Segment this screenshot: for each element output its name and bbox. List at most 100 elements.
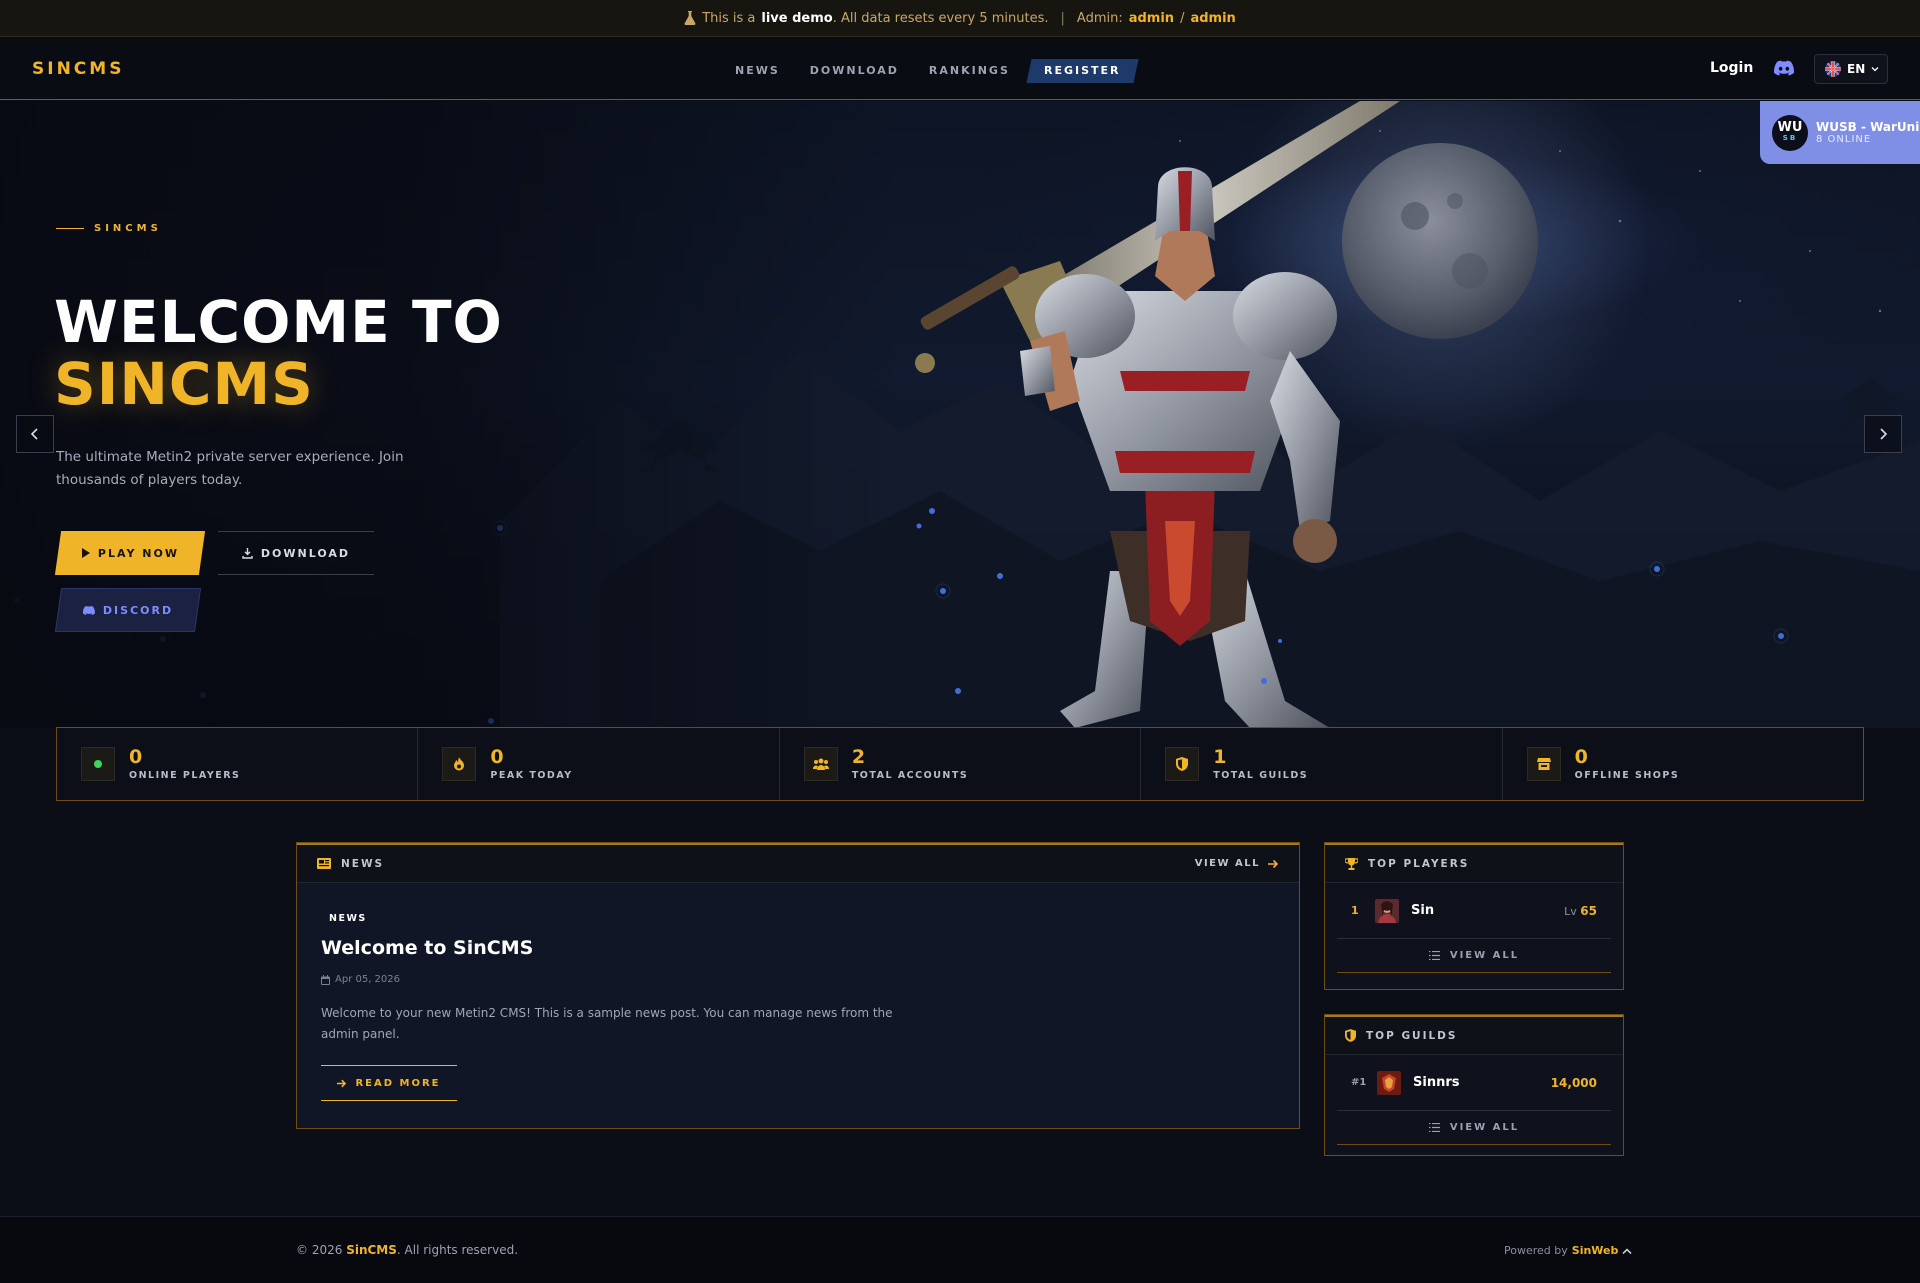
news-post-date: Apr 05, 2026 [321,974,400,985]
chevron-left-icon [30,428,38,440]
brand-logo[interactable]: SINCMS [32,59,124,79]
stat-value: 0 [490,746,504,768]
top-guilds-panel: TOP GUILDS #1 Sinnrs 14,000 VIEW ALL [1324,1014,1624,1156]
nav-rankings-link[interactable]: RANKINGS [914,59,1025,83]
stat-label: PEAK TODAY [490,770,573,781]
server-online-count: 8 ONLINE [1816,134,1872,145]
stat-total-accounts: 2 TOTAL ACCOUNTS [780,728,1142,800]
top-players-header: TOP PLAYERS [1325,843,1623,883]
language-selector[interactable]: EN [1814,54,1888,84]
player-level: Lv 65 [1564,904,1597,918]
kicker-line [56,228,84,229]
kicker-label: SINCMS [94,223,162,234]
server-name: WUSB - WarUni [1816,120,1920,134]
uk-flag-icon [1825,61,1841,77]
shield-icon [1345,1029,1356,1042]
player-row[interactable]: 1 Sin Lv 65 [1337,883,1611,939]
top-players-panel: TOP PLAYERS 1 Sin Lv 65 VIEW ALL [1324,842,1624,990]
copyright-prefix: © 2026 [296,1243,343,1257]
top-guilds-header: TOP GUILDS [1325,1015,1623,1055]
chevron-up-icon[interactable] [1622,1247,1632,1255]
site-footer: © 2026 SinCMS. All rights reserved. Powe… [0,1216,1920,1283]
read-more-button[interactable]: READ MORE [321,1065,457,1101]
discord-label: DISCORD [102,603,174,617]
discord-icon[interactable] [1774,60,1794,76]
top-players-view-all[interactable]: VIEW ALL [1337,939,1611,973]
list-icon [1428,951,1440,960]
download-button[interactable]: DOWNLOAD [218,531,374,575]
news-panel-header: NEWS VIEW ALL [297,843,1299,883]
stat-value: 0 [1574,746,1588,768]
news-panel: NEWS VIEW ALL NEWS Welcome to SinCMS Apr… [296,842,1300,1129]
register-label: REGISTER [1043,64,1121,77]
stats-bar: 0 ONLINE PLAYERS 0 PEAK TODAY 2 TOTAL AC… [56,727,1864,801]
stat-value: 2 [851,746,866,768]
read-more-label: READ MORE [355,1077,441,1089]
nav-news-link[interactable]: NEWS [720,59,795,83]
guild-emblem [1377,1070,1401,1095]
calendar-icon [321,974,330,985]
users-icon [803,747,838,781]
store-icon [1526,747,1561,781]
list-icon [1428,1123,1440,1132]
demo-admin-label: Admin: [1076,10,1123,26]
guild-name: Sinnrs [1413,1075,1460,1090]
play-now-label: PLAY NOW [97,546,180,560]
trophy-icon [1345,857,1358,870]
nav-download-link[interactable]: DOWNLOAD [795,59,914,83]
hero-kicker: SINCMS [56,223,162,234]
login-link[interactable]: Login [1710,60,1753,76]
copyright-suffix: . All rights reserved. [396,1243,519,1257]
flask-icon [684,11,696,25]
demo-live-label: live demo [761,10,833,26]
stat-online-players: 0 ONLINE PLAYERS [57,728,419,800]
stat-label: TOTAL ACCOUNTS [851,770,969,781]
play-now-button[interactable]: PLAY NOW [54,531,206,575]
powered-brand-link[interactable]: SinWeb [1572,1244,1619,1257]
demo-admin-pass: admin [1190,10,1236,26]
stat-peak-today: 0 PEAK TODAY [418,728,780,800]
stat-offline-shops: 0 OFFLINE SHOPS [1503,728,1863,800]
language-label: EN [1847,62,1866,76]
news-date-text: Apr 05, 2026 [335,974,401,985]
news-panel-title: NEWS [341,857,385,870]
play-icon [81,548,90,558]
arrow-right-icon [337,1079,347,1087]
server-status-widget[interactable]: WU SB WUSB - WarUni 8 ONLINE [1760,101,1920,164]
top-players-title: TOP PLAYERS [1368,857,1470,870]
copyright: © 2026 SinCMS. All rights reserved. [296,1243,518,1257]
stat-value: 1 [1213,746,1227,768]
demo-separator: | [1060,10,1065,26]
server-logo-bottom: SB [1782,133,1798,142]
arrow-right-icon [1268,859,1279,868]
slider-prev-button[interactable] [16,415,54,453]
server-logo: WU SB [1772,114,1808,151]
chevron-down-icon [1871,67,1879,72]
nav-register-button[interactable]: REGISTER [1026,59,1138,83]
stat-total-guilds: 1 TOTAL GUILDS [1141,728,1503,800]
powered-prefix: Powered by [1504,1244,1568,1257]
server-info: WUSB - WarUni 8 ONLINE [1816,120,1919,145]
powered-by: Powered by SinWeb [1504,1244,1632,1257]
discord-button[interactable]: DISCORD [54,588,202,632]
news-post-excerpt: Welcome to your new Metin2 CMS! This is … [321,1006,893,1041]
guild-row[interactable]: #1 Sinnrs 14,000 [1337,1055,1611,1111]
news-view-all-link[interactable]: VIEW ALL [1195,858,1279,869]
fire-icon [442,747,477,781]
guild-rank: #1 [1351,1077,1367,1088]
slider-next-button[interactable] [1864,415,1902,453]
chevron-right-icon [1880,428,1888,440]
news-category-tag: NEWS [329,913,367,924]
status-dot-icon [81,747,115,781]
top-guilds-view-all[interactable]: VIEW ALL [1337,1111,1611,1145]
demo-reset-note: . All data resets every 5 minutes. [832,10,1049,26]
demo-banner: This is a live demo . All data resets ev… [0,0,1920,37]
level-value: 65 [1580,903,1597,918]
stat-label: OFFLINE SHOPS [1574,770,1680,781]
stat-value: 0 [129,746,143,768]
news-post-title[interactable]: Welcome to SinCMS [321,937,533,959]
footer-brand-link[interactable]: SinCMS [346,1243,397,1257]
stat-label: TOTAL GUILDS [1213,770,1309,781]
hero-subtitle: The ultimate Metin2 private server exper… [56,449,404,488]
view-all-label: VIEW ALL [1449,950,1520,961]
